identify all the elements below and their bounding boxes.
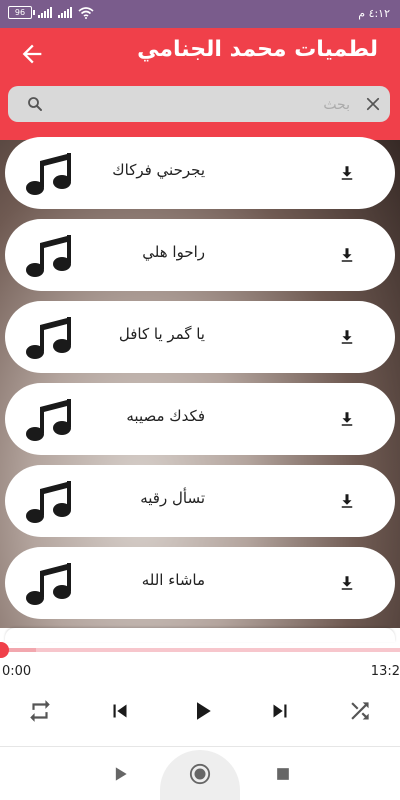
- download-icon[interactable]: [338, 574, 356, 592]
- arrow-left-icon[interactable]: [18, 40, 46, 68]
- song-item[interactable]: فكدك مصيبه: [5, 383, 395, 455]
- rec-stop-button[interactable]: [243, 750, 323, 800]
- record-button[interactable]: [160, 750, 240, 800]
- divider: [0, 746, 400, 747]
- record-icon: [189, 763, 211, 785]
- song-item[interactable]: راحوا هلي: [5, 219, 395, 291]
- battery-icon: 96: [8, 6, 35, 19]
- playback-controls: [0, 698, 400, 728]
- wifi-icon: [78, 6, 94, 19]
- skip-next-icon[interactable]: [267, 698, 293, 724]
- music-note-icon: [26, 317, 71, 359]
- download-icon[interactable]: [338, 164, 356, 182]
- signal-icon: [38, 7, 52, 18]
- shuffle-icon[interactable]: [347, 698, 373, 724]
- song-item[interactable]: يجرحني فركاك: [5, 137, 395, 209]
- next-item-peek: [5, 628, 395, 642]
- close-icon[interactable]: [364, 95, 382, 113]
- page-title: لطميات محمد الجنامي: [137, 37, 378, 62]
- song-title: تسأل رقيه: [140, 489, 205, 507]
- song-title: فكدك مصيبه: [126, 407, 205, 425]
- download-icon[interactable]: [338, 328, 356, 346]
- signal-icon-2: [58, 7, 72, 18]
- music-note-icon: [26, 563, 71, 605]
- music-note-icon: [26, 481, 71, 523]
- search-bar[interactable]: [8, 86, 390, 122]
- song-item[interactable]: ماشاء الله: [5, 547, 395, 619]
- status-bar: 96 ٤:١٢ م: [0, 0, 400, 28]
- music-note-icon: [26, 235, 71, 277]
- song-item[interactable]: تسأل رقيه: [5, 465, 395, 537]
- status-icons: 96: [8, 6, 94, 19]
- song-title: يا گمر يا كافل: [118, 325, 205, 343]
- play-icon: [115, 767, 127, 781]
- progress-bar[interactable]: [0, 642, 400, 658]
- clock: ٤:١٢ م: [358, 7, 390, 20]
- music-note-icon: [26, 153, 71, 195]
- download-icon[interactable]: [338, 492, 356, 510]
- search-icon: [28, 97, 42, 111]
- song-list: يجرحني فركاك راحوا هلي يا گمر يا كافل فك…: [5, 137, 395, 629]
- app-header: لطميات محمد الجنامي: [0, 28, 400, 80]
- download-icon[interactable]: [338, 246, 356, 264]
- current-time: 0:00: [2, 664, 32, 679]
- play-icon[interactable]: [187, 696, 217, 726]
- player-panel: 0:00 13:2: [0, 628, 400, 800]
- search-input[interactable]: [68, 92, 352, 118]
- music-note-icon: [26, 399, 71, 441]
- song-title: ماشاء الله: [141, 571, 205, 589]
- rec-play-button[interactable]: [80, 750, 160, 800]
- download-icon[interactable]: [338, 410, 356, 428]
- song-title: راحوا هلي: [142, 243, 205, 261]
- repeat-icon[interactable]: [27, 698, 53, 724]
- stop-icon: [277, 768, 289, 780]
- song-title: يجرحني فركاك: [112, 161, 205, 179]
- battery-level: 96: [14, 8, 26, 17]
- skip-previous-icon[interactable]: [107, 698, 133, 724]
- progress-thumb[interactable]: [0, 642, 9, 658]
- total-time: 13:2: [370, 664, 400, 679]
- song-item[interactable]: يا گمر يا كافل: [5, 301, 395, 373]
